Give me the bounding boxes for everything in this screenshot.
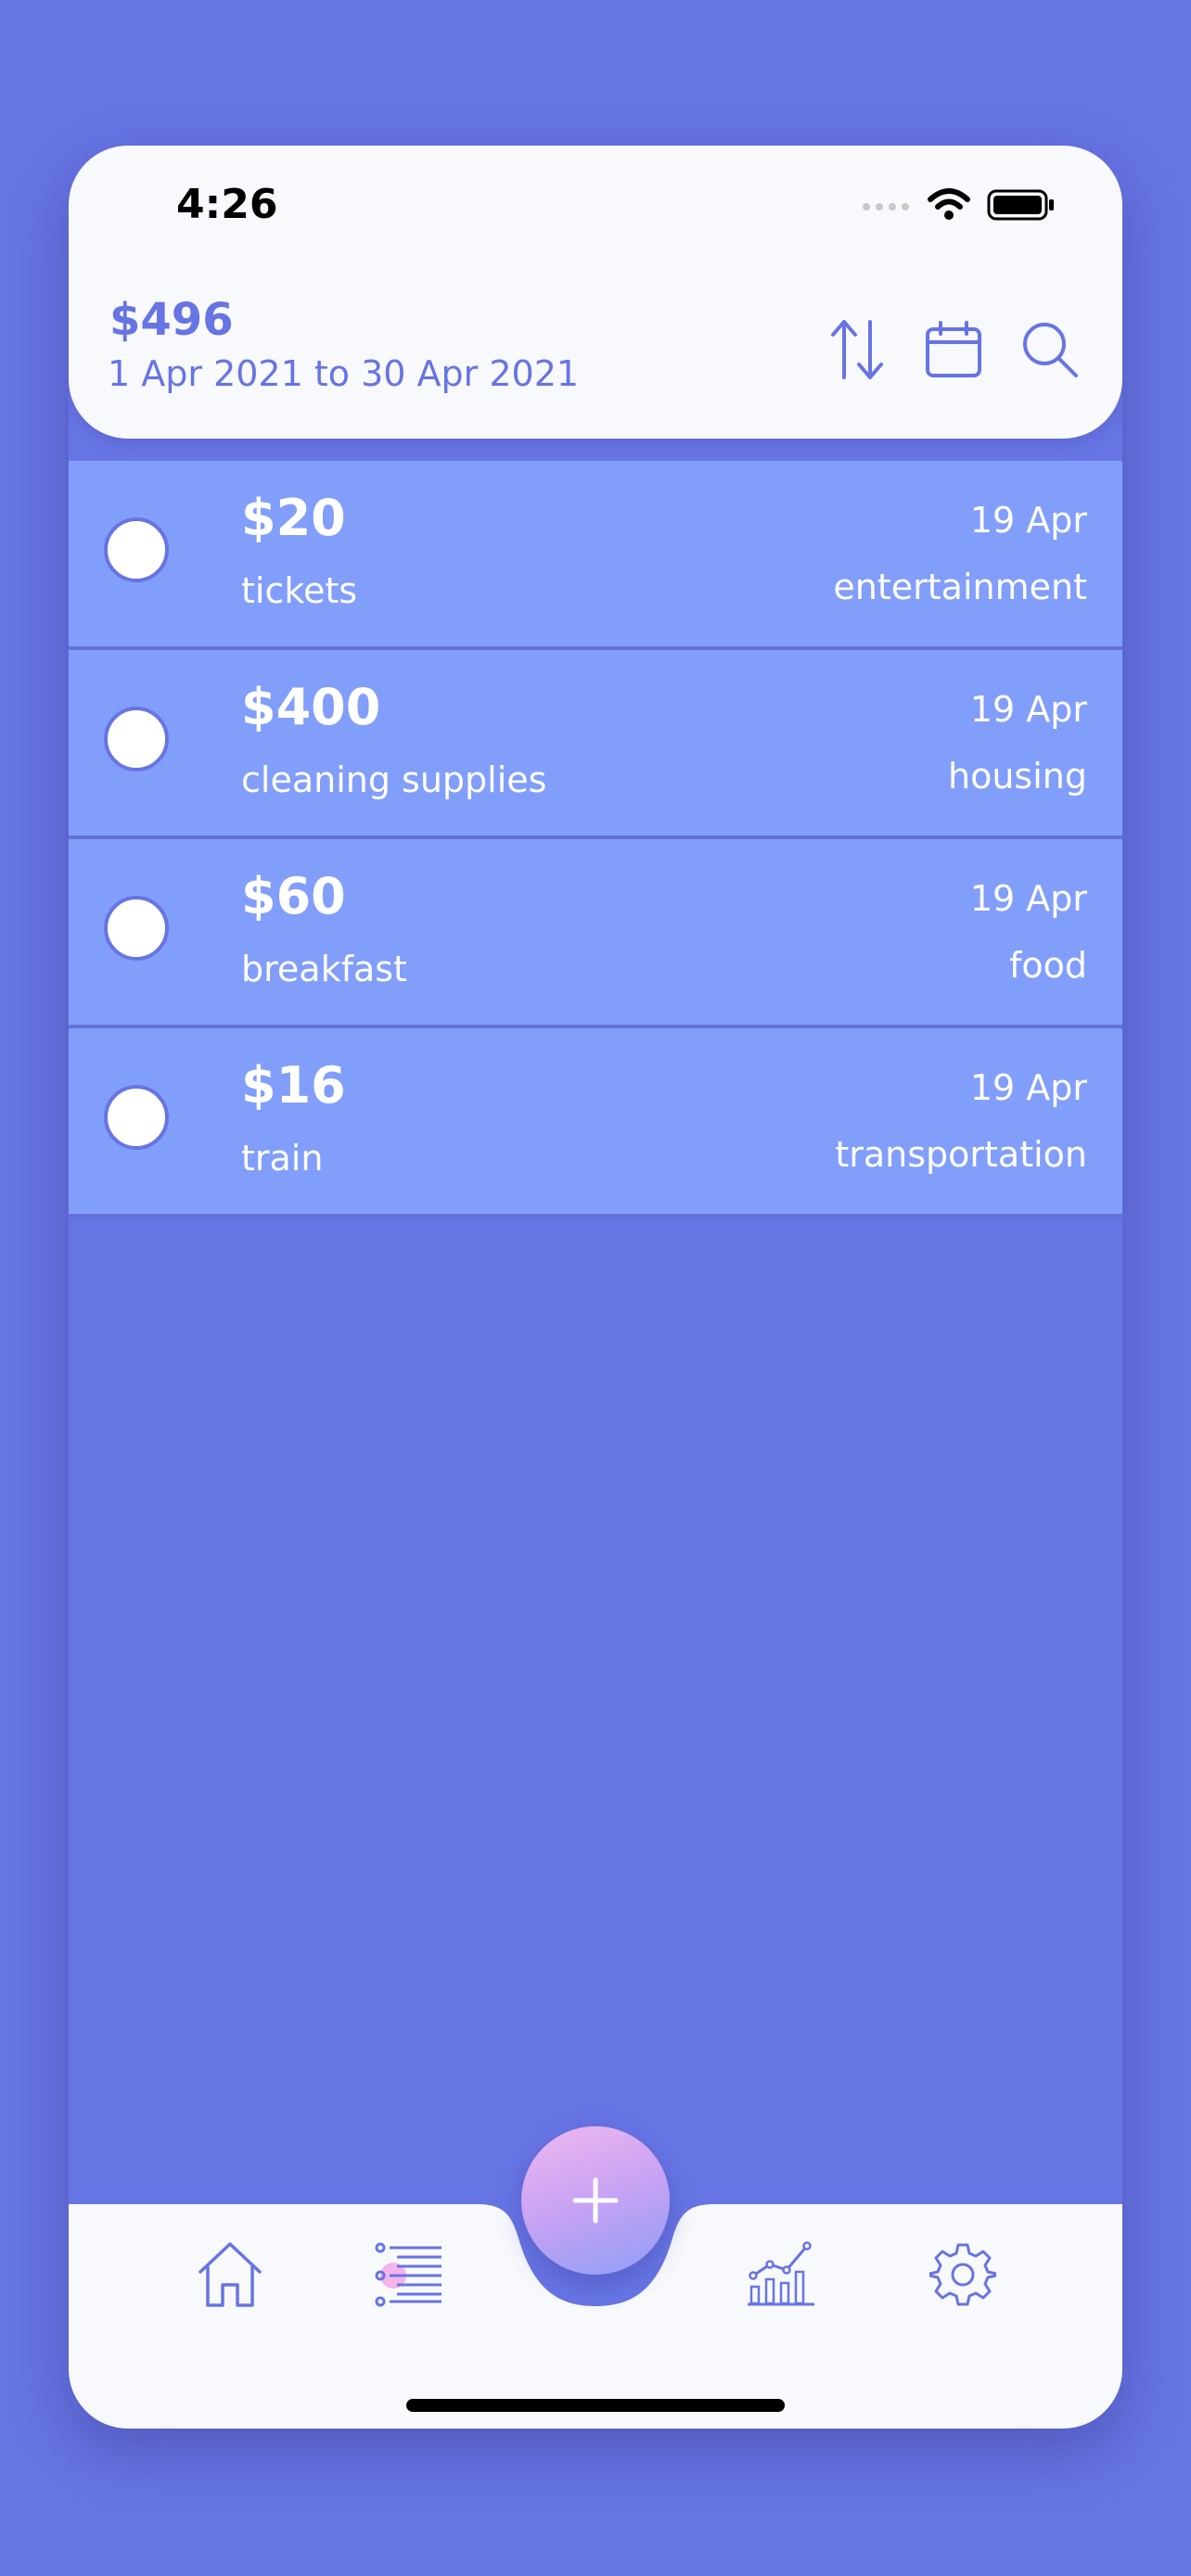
expense-row[interactable]: $16 train 19 Apr transportation [69, 1028, 1122, 1218]
expense-date: 19 Apr [969, 689, 1087, 730]
stats-icon[interactable] [744, 2236, 818, 2310]
total-amount: $496 [109, 294, 234, 346]
add-icon [572, 2177, 619, 2224]
select-radio[interactable] [104, 1085, 169, 1150]
signal-icon [861, 196, 911, 218]
wifi-icon [928, 188, 970, 225]
select-radio[interactable] [104, 896, 169, 961]
status-icons [861, 188, 1056, 225]
status-time: 4:26 [176, 181, 278, 228]
expense-date: 19 Apr [969, 500, 1087, 541]
expense-row[interactable]: $400 cleaning supplies 19 Apr housing [69, 650, 1122, 839]
expense-amount: $20 [241, 489, 346, 547]
calendar-icon[interactable] [922, 318, 985, 381]
sort-icon[interactable] [826, 318, 889, 381]
expense-label: train [241, 1138, 324, 1179]
settings-icon[interactable] [926, 2238, 1000, 2312]
select-radio[interactable] [104, 517, 169, 582]
expense-row[interactable]: $20 tickets 19 Apr entertainment [69, 461, 1122, 650]
expense-category: housing [948, 756, 1087, 797]
select-radio[interactable] [104, 707, 169, 772]
expense-amount: $60 [241, 867, 346, 925]
expense-amount: $400 [241, 678, 381, 736]
header: 4:26 $496 1 Apr 2021 to 30 Apr 2021 [69, 146, 1122, 439]
home-indicator [406, 2399, 785, 2412]
expense-label: cleaning supplies [241, 759, 547, 800]
date-range: 1 Apr 2021 to 30 Apr 2021 [108, 353, 580, 394]
expense-category: food [1009, 945, 1087, 986]
phone-screen: 4:26 $496 1 Apr 2021 to 30 Apr 2021 $20 … [69, 146, 1122, 2429]
expense-row[interactable]: $60 breakfast 19 Apr food [69, 839, 1122, 1028]
add-button[interactable] [521, 2126, 670, 2275]
expense-date: 19 Apr [969, 878, 1087, 919]
expense-label: breakfast [241, 949, 407, 989]
header-actions [826, 318, 1082, 381]
expense-amount: $16 [241, 1056, 346, 1115]
home-icon[interactable] [193, 2238, 267, 2312]
expense-date: 19 Apr [969, 1067, 1087, 1108]
expense-label: tickets [241, 570, 358, 611]
search-icon[interactable] [1018, 318, 1082, 381]
expense-category: entertainment [833, 567, 1087, 607]
expense-list: $20 tickets 19 Apr entertainment $400 cl… [69, 461, 1122, 1218]
expense-category: transportation [835, 1134, 1087, 1175]
battery-icon [987, 188, 1056, 225]
list-icon[interactable] [373, 2238, 447, 2312]
